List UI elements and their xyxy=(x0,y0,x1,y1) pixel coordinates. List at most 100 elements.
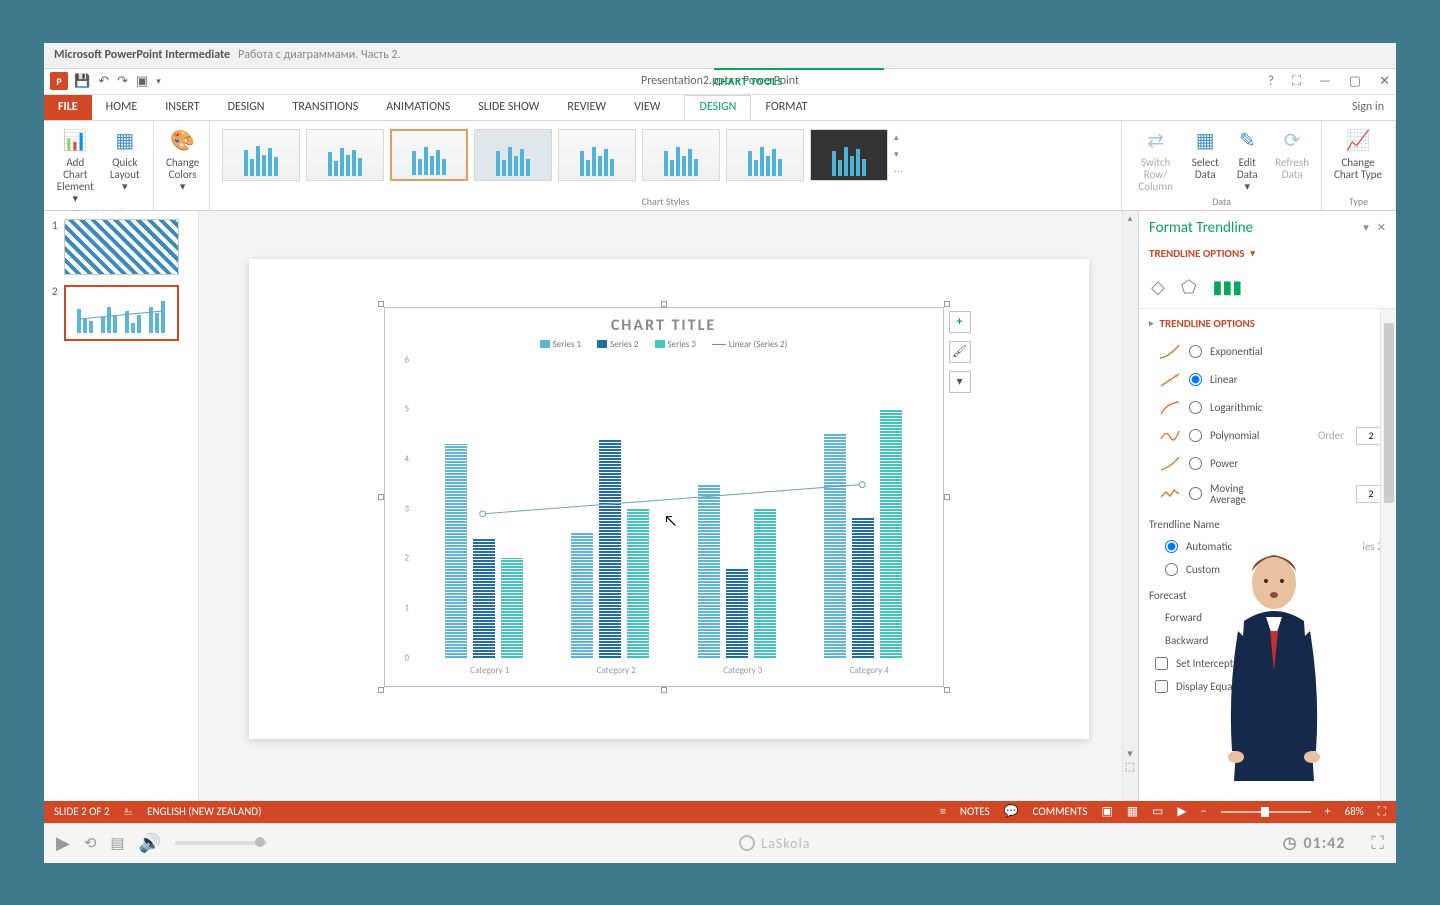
tab-design[interactable]: DESIGN xyxy=(214,95,279,120)
zoom-level[interactable]: 68% xyxy=(1345,805,1364,818)
bar-Series3-4[interactable] xyxy=(880,409,902,657)
bar-Series1-1[interactable] xyxy=(445,444,467,658)
chart-style-1[interactable] xyxy=(222,129,300,181)
fullscreen-icon[interactable]: ⛶ xyxy=(1371,832,1384,854)
bar-Series2-2[interactable] xyxy=(599,439,621,658)
edit-data-button[interactable]: ✎Edit Data ▾ xyxy=(1229,125,1265,195)
custom-name-radio[interactable] xyxy=(1165,563,1178,576)
set-intercept-checkbox[interactable] xyxy=(1155,657,1168,670)
bar-Series1-4[interactable] xyxy=(824,434,846,658)
slideshow-view-icon[interactable]: ▶ xyxy=(1177,804,1186,819)
tab-review[interactable]: REVIEW xyxy=(553,95,620,120)
tab-animations[interactable]: ANIMATIONS xyxy=(372,95,464,120)
chart-filters-button[interactable]: ▾ xyxy=(949,371,971,393)
chart-styles-button[interactable]: 🖌 xyxy=(949,341,971,363)
normal-view-icon[interactable]: ▣ xyxy=(1101,804,1112,819)
language-indicator[interactable]: ENGLISH (NEW ZEALAND) xyxy=(147,805,261,818)
polynomial-radio[interactable] xyxy=(1189,429,1202,442)
quick-layout-button[interactable]: ▦ Quick Layout ▾ xyxy=(105,125,145,195)
exponential-radio[interactable] xyxy=(1189,345,1202,358)
trendline-options-tab-icon[interactable]: ▮▮▮ xyxy=(1213,276,1243,298)
bar-Series2-1[interactable] xyxy=(473,538,495,657)
display-equation-checkbox[interactable] xyxy=(1155,680,1168,693)
volume-icon[interactable]: 🔊 xyxy=(139,832,161,854)
change-colors-button[interactable]: 🎨 Change Colors ▾ xyxy=(162,125,203,195)
chart-style-6[interactable] xyxy=(642,129,720,181)
tab-file[interactable]: FILE xyxy=(44,95,92,120)
bar-Series2-3[interactable] xyxy=(726,568,748,657)
tab-chart-format[interactable]: FORMAT xyxy=(751,95,821,120)
chart-style-5[interactable] xyxy=(558,129,636,181)
select-data-button[interactable]: ▦Select Data xyxy=(1187,125,1223,183)
sign-in-link[interactable]: Sign in xyxy=(1352,95,1396,120)
play-icon[interactable]: ▶ xyxy=(56,832,70,854)
transcript-icon[interactable]: ▤ xyxy=(110,834,124,853)
tab-chart-design[interactable]: DESIGN xyxy=(684,95,751,120)
chart-style-7[interactable] xyxy=(726,129,804,181)
effects-tab-icon[interactable]: ⬠ xyxy=(1181,276,1197,298)
start-slideshow-icon[interactable]: ▣ xyxy=(136,74,148,89)
fit-to-window-icon[interactable]: ⛶ xyxy=(1378,805,1386,819)
trendline-options-section[interactable]: TRENDLINE OPTIONS xyxy=(1160,317,1255,330)
chart-style-more[interactable]: ▴▾⋯ xyxy=(894,129,910,181)
sorter-view-icon[interactable]: ▦ xyxy=(1127,804,1138,819)
editor-scrollbar[interactable]: ▴ xyxy=(1122,211,1138,801)
save-icon[interactable]: 💾 xyxy=(74,74,90,89)
chart-style-2[interactable] xyxy=(306,129,384,181)
slide-canvas[interactable]: CHART TITLE Series 1 Series 2 Series 3 L… xyxy=(249,259,1089,739)
moving-average-radio[interactable] xyxy=(1189,487,1202,500)
comments-button[interactable]: COMMENTS xyxy=(1033,805,1088,818)
chart-plot-area[interactable]: 0123456 Category 1Category 2Category 3Ca… xyxy=(405,360,933,658)
notes-button[interactable]: NOTES xyxy=(960,805,990,818)
spellcheck-icon[interactable]: ⎁ xyxy=(124,805,134,819)
trendline-options-dropdown[interactable]: TRENDLINE OPTIONS xyxy=(1149,247,1244,260)
linear-radio[interactable] xyxy=(1189,373,1202,386)
tab-view[interactable]: VIEW xyxy=(620,95,674,120)
automatic-name-radio[interactable] xyxy=(1165,540,1178,553)
notes-icon[interactable]: ≡ xyxy=(940,805,946,819)
help-icon[interactable]: ? xyxy=(1268,74,1274,89)
comments-icon[interactable]: 💬 xyxy=(1004,804,1019,819)
editor-scroll-down[interactable]: ▾⬚ xyxy=(1122,747,1138,773)
volume-slider[interactable] xyxy=(175,841,267,845)
close-icon[interactable]: ✕ xyxy=(1379,74,1390,89)
slide-indicator[interactable]: SLIDE 2 OF 2 xyxy=(54,805,110,818)
fill-line-tab-icon[interactable]: ◇ xyxy=(1151,276,1165,298)
slide-editor[interactable]: ▴ ▾⬚ CHART TITLE Series 1 Series 2 Serie… xyxy=(199,211,1138,801)
minimize-icon[interactable]: — xyxy=(1319,74,1331,89)
pane-close-icon[interactable]: ✕ xyxy=(1377,221,1386,234)
slide-thumbnail-2[interactable] xyxy=(64,285,179,341)
ribbon-display-icon[interactable]: ⛶ xyxy=(1292,74,1301,89)
slide-thumbnail-1[interactable] xyxy=(64,219,179,275)
zoom-in-icon[interactable]: + xyxy=(1325,805,1331,819)
bar-Series2-4[interactable] xyxy=(852,518,874,657)
zoom-slider[interactable] xyxy=(1221,811,1311,813)
change-chart-type-button[interactable]: 📈Change Chart Type xyxy=(1330,125,1386,183)
chart-object[interactable]: CHART TITLE Series 1 Series 2 Series 3 L… xyxy=(384,307,944,687)
format-pane-scrollbar[interactable] xyxy=(1380,309,1396,801)
tab-home[interactable]: HOME xyxy=(92,95,152,120)
reading-view-icon[interactable]: ▭ xyxy=(1152,804,1163,819)
bar-Series1-2[interactable] xyxy=(571,533,593,657)
bar-Series3-3[interactable] xyxy=(754,509,776,658)
power-radio[interactable] xyxy=(1189,457,1202,470)
add-chart-element-button[interactable]: 📊 Add Chart Element ▾ xyxy=(52,125,99,207)
rewind-icon[interactable]: ⟲ xyxy=(84,834,97,853)
bar-Series3-1[interactable] xyxy=(501,558,523,657)
chart-style-3[interactable] xyxy=(390,129,468,181)
qat-more-icon[interactable]: ▾ xyxy=(156,76,161,87)
chart-style-8[interactable] xyxy=(810,129,888,181)
chart-elements-button[interactable]: + xyxy=(949,311,971,333)
redo-icon[interactable]: ↷ xyxy=(117,74,128,89)
chart-style-4[interactable] xyxy=(474,129,552,181)
tab-slideshow[interactable]: SLIDE SHOW xyxy=(464,95,553,120)
maximize-icon[interactable]: ▢ xyxy=(1349,74,1361,89)
bar-Series1-3[interactable] xyxy=(698,484,720,658)
pane-menu-icon[interactable]: ▾ xyxy=(1363,221,1369,234)
bar-Series3-2[interactable] xyxy=(627,509,649,658)
tab-transitions[interactable]: TRANSITIONS xyxy=(279,95,373,120)
chart-title[interactable]: CHART TITLE xyxy=(385,308,943,339)
undo-icon[interactable]: ↶ xyxy=(98,74,109,89)
logarithmic-radio[interactable] xyxy=(1189,401,1202,414)
zoom-out-icon[interactable]: − xyxy=(1201,805,1207,819)
